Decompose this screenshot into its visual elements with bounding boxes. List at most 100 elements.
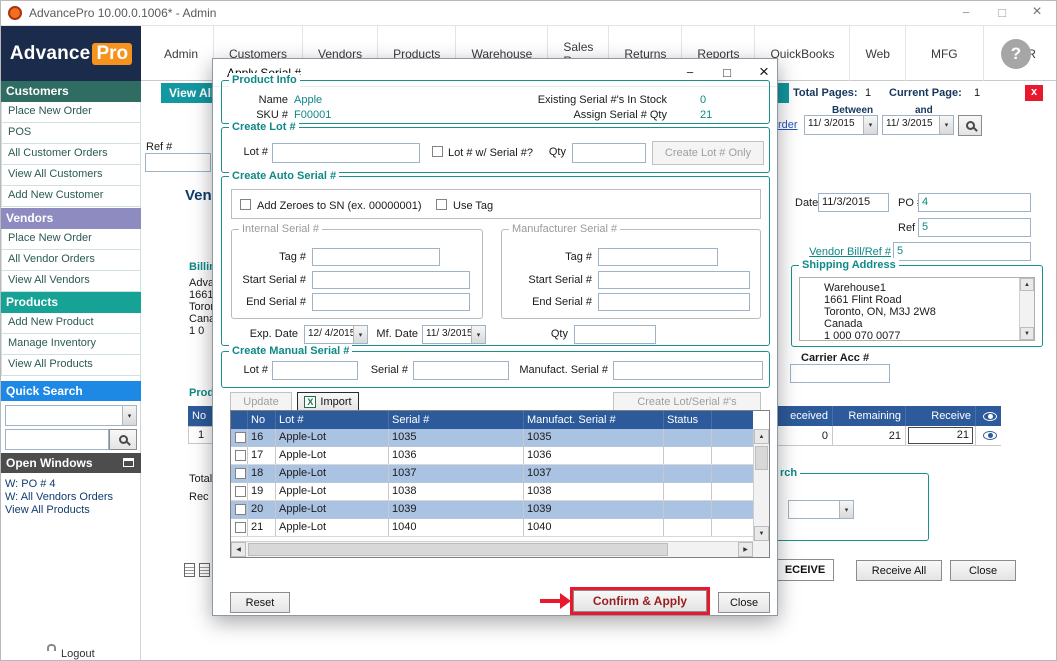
row-checkbox[interactable] <box>235 504 246 515</box>
row-checkbox[interactable] <box>235 450 246 461</box>
manufacturer-end-input[interactable] <box>598 293 750 311</box>
row-checkbox[interactable] <box>235 468 246 479</box>
quick-search-button[interactable] <box>109 429 137 450</box>
table-row[interactable]: 19 Apple-Lot 1038 1038 <box>231 483 753 501</box>
dialog-close-button[interactable]: Close <box>718 592 770 613</box>
row-checkbox[interactable] <box>235 486 246 497</box>
horizontal-scroll-thumb[interactable] <box>248 543 668 556</box>
po-date-input[interactable]: 11/3/2015 <box>818 193 889 212</box>
row-checkbox[interactable] <box>235 522 246 533</box>
scroll-down-icon[interactable]: ▼ <box>1020 327 1034 340</box>
chevron-down-icon[interactable]: ▾ <box>122 406 136 425</box>
eye-icon[interactable] <box>983 431 997 440</box>
open-window-link-view-all-products[interactable]: View All Products <box>5 504 90 517</box>
open-window-link-all-vendor-orders[interactable]: W: All Vendors Orders <box>5 491 113 504</box>
nav-item-admin[interactable]: Admin <box>149 26 214 81</box>
create-lot-only-button[interactable]: Create Lot # Only <box>652 141 764 165</box>
sidebar-item-all-vendor-orders[interactable]: All Vendor Orders <box>1 250 141 271</box>
ref-input[interactable] <box>145 153 211 172</box>
shipping-scrollbar[interactable]: ▲ ▼ <box>1019 278 1034 340</box>
dialog-minimize-icon[interactable]: − <box>675 65 705 80</box>
sidebar-item-view-all-vendors[interactable]: View All Vendors <box>1 271 141 292</box>
receive-all-button[interactable]: Receive All <box>856 560 942 581</box>
update-button[interactable]: Update <box>230 392 292 412</box>
maximize-icon[interactable]: □ <box>987 5 1017 20</box>
manual-serial-input[interactable] <box>413 361 509 380</box>
dialog-maximize-icon[interactable]: □ <box>712 65 742 80</box>
scroll-right-icon[interactable]: ▶ <box>738 542 753 557</box>
document-icon[interactable] <box>199 563 210 577</box>
close-button[interactable]: Close <box>950 560 1016 581</box>
reset-button[interactable]: Reset <box>230 592 290 613</box>
internal-end-input[interactable] <box>312 293 470 311</box>
page-close-button[interactable]: x <box>1025 85 1043 101</box>
chevron-down-icon[interactable]: ▾ <box>353 326 367 343</box>
add-zeroes-checkbox[interactable] <box>240 199 251 210</box>
table-row[interactable]: 17 Apple-Lot 1036 1036 <box>231 447 753 465</box>
sidebar-item-vendor-place-new-order[interactable]: Place New Order <box>1 229 141 250</box>
quick-search-select[interactable]: ▾ <box>5 405 137 426</box>
logout-link[interactable]: Logout <box>61 648 95 661</box>
sidebar-item-view-all-customers[interactable]: View All Customers <box>1 165 141 186</box>
date-to-picker[interactable]: 11/ 3/2015▾ <box>882 115 954 135</box>
open-window-link-po4[interactable]: W: PO # 4 <box>5 478 56 491</box>
quick-search-input[interactable] <box>5 429 109 450</box>
row-checkbox[interactable] <box>235 432 246 443</box>
use-tag-checkbox[interactable] <box>436 199 447 210</box>
table-row[interactable]: 18 Apple-Lot 1037 1037 <box>231 465 753 483</box>
scroll-down-icon[interactable]: ▼ <box>754 526 769 541</box>
lot-input[interactable] <box>272 143 420 163</box>
sidebar-item-pos[interactable]: POS <box>1 123 141 144</box>
order-link-fragment[interactable]: rder <box>778 119 798 132</box>
sidebar-item-add-new-product[interactable]: Add New Product <box>1 313 141 334</box>
sidebar-item-all-customer-orders[interactable]: All Customer Orders <box>1 144 141 165</box>
date-search-button[interactable] <box>958 115 982 136</box>
vendor-bill-input[interactable]: 5 <box>893 242 1031 261</box>
date-from-picker[interactable]: 11/ 3/2015▾ <box>804 115 878 135</box>
table-row[interactable]: 21 Apple-Lot 1040 1040 <box>231 519 753 537</box>
manual-lot-input[interactable] <box>272 361 358 380</box>
manufacturer-start-input[interactable] <box>598 271 750 289</box>
grid-horizontal-scrollbar[interactable]: ◀ ▶ <box>231 541 753 557</box>
lot-with-serial-checkbox[interactable] <box>432 146 443 157</box>
manufacturer-tag-input[interactable] <box>598 248 718 266</box>
document-icon[interactable] <box>184 563 195 577</box>
nav-item-mfg[interactable]: MFG <box>906 26 984 81</box>
po-number-input[interactable]: 4 <box>918 193 1031 212</box>
help-icon[interactable]: ? <box>1001 39 1031 69</box>
create-lot-serial-button[interactable]: Create Lot/Serial #'s <box>613 392 761 412</box>
import-button[interactable]: XImport <box>297 392 359 412</box>
minimize-icon[interactable]: − <box>951 5 981 20</box>
scroll-up-icon[interactable]: ▲ <box>1020 278 1034 291</box>
table-row[interactable]: 16 Apple-Lot 1035 1035 <box>231 429 753 447</box>
sidebar-item-add-new-customer[interactable]: Add New Customer <box>1 186 141 207</box>
auto-qty-input[interactable] <box>574 325 656 344</box>
scroll-up-icon[interactable]: ▲ <box>754 429 769 444</box>
sidebar-item-manage-inventory[interactable]: Manage Inventory <box>1 334 141 355</box>
internal-start-input[interactable] <box>312 271 470 289</box>
view-row-cell[interactable] <box>976 426 1001 445</box>
mf-date-picker[interactable]: 11/ 3/2015▾ <box>422 325 486 344</box>
confirm-apply-button[interactable]: Confirm & Apply <box>573 590 707 612</box>
search-select[interactable]: ▾ <box>788 500 854 519</box>
nav-item-web[interactable]: Web <box>850 26 905 81</box>
vertical-scroll-thumb[interactable] <box>755 446 768 470</box>
sidebar-item-place-new-order[interactable]: Place New Order <box>1 102 141 123</box>
receive-cell[interactable]: 21 <box>906 426 976 445</box>
grid-vertical-scrollbar[interactable]: ▲ ▼ <box>753 429 769 541</box>
manual-manufact-input[interactable] <box>613 361 763 380</box>
table-row[interactable]: 20 Apple-Lot 1039 1039 <box>231 501 753 519</box>
dialog-close-icon[interactable]: × <box>749 62 779 82</box>
internal-tag-input[interactable] <box>312 248 440 266</box>
chevron-down-icon[interactable]: ▾ <box>863 116 877 134</box>
ref2-input[interactable]: 5 <box>918 218 1031 237</box>
carrier-acc-input[interactable] <box>790 364 890 383</box>
sidebar-item-view-all-products[interactable]: View All Products <box>1 355 141 376</box>
chevron-down-icon[interactable]: ▾ <box>839 501 853 518</box>
receive-button-fragment[interactable]: ECEIVE <box>776 559 834 581</box>
chevron-down-icon[interactable]: ▾ <box>939 116 953 134</box>
exp-date-picker[interactable]: 12/ 4/2015▾ <box>304 325 368 344</box>
scroll-left-icon[interactable]: ◀ <box>231 542 246 557</box>
close-icon[interactable]: × <box>1022 3 1052 21</box>
chevron-down-icon[interactable]: ▾ <box>471 326 485 343</box>
